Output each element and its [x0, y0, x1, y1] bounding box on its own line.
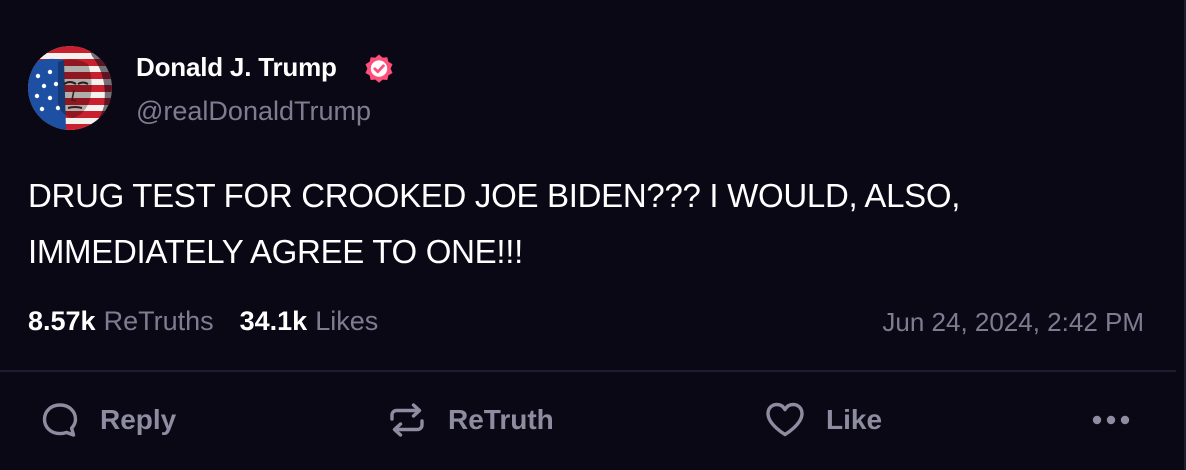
like-button[interactable]: Like	[764, 396, 882, 444]
speech-bubble-icon	[40, 400, 80, 440]
repost-arrows-icon	[386, 399, 428, 441]
more-options-button[interactable]	[1090, 396, 1132, 444]
likes-count: 34.1k	[239, 306, 308, 336]
reply-label: Reply	[100, 404, 177, 435]
retruth-label: ReTruth	[448, 404, 554, 435]
like-label: Like	[826, 404, 883, 435]
more-dots-icon	[1090, 413, 1132, 427]
likes-stat[interactable]: 34.1k Likes	[240, 306, 379, 337]
retruths-count: 8.57k	[28, 306, 96, 336]
heart-icon	[764, 399, 806, 441]
truth-post: Donald J. Trump @realDonaldTrump DRUG TE…	[0, 0, 1186, 470]
post-text: DRUG TEST FOR CROOKED JOE BIDEN??? I WOU…	[28, 168, 1148, 280]
post-text-line: IMMEDIATELY AGREE TO ONE!!!	[28, 233, 523, 270]
retruth-button[interactable]: ReTruth	[386, 396, 554, 444]
divider	[0, 370, 1176, 372]
avatar[interactable]	[28, 46, 112, 130]
retruths-stat[interactable]: 8.57k ReTruths	[28, 306, 214, 337]
author-handle[interactable]: @realDonaldTrump	[136, 96, 371, 127]
likes-label: Likes	[315, 306, 379, 336]
retruths-label: ReTruths	[103, 306, 214, 336]
post-text-line: DRUG TEST FOR CROOKED JOE BIDEN??? I WOU…	[28, 177, 961, 214]
author-name[interactable]: Donald J. Trump	[136, 52, 337, 83]
post-timestamp[interactable]: Jun 24, 2024, 2:42 PM	[882, 307, 1144, 338]
reply-button[interactable]: Reply	[40, 396, 176, 444]
flag-portrait-avatar	[28, 46, 112, 130]
verified-badge-icon	[363, 53, 395, 85]
post-stats: 8.57k ReTruths 34.1k Likes	[28, 306, 378, 337]
